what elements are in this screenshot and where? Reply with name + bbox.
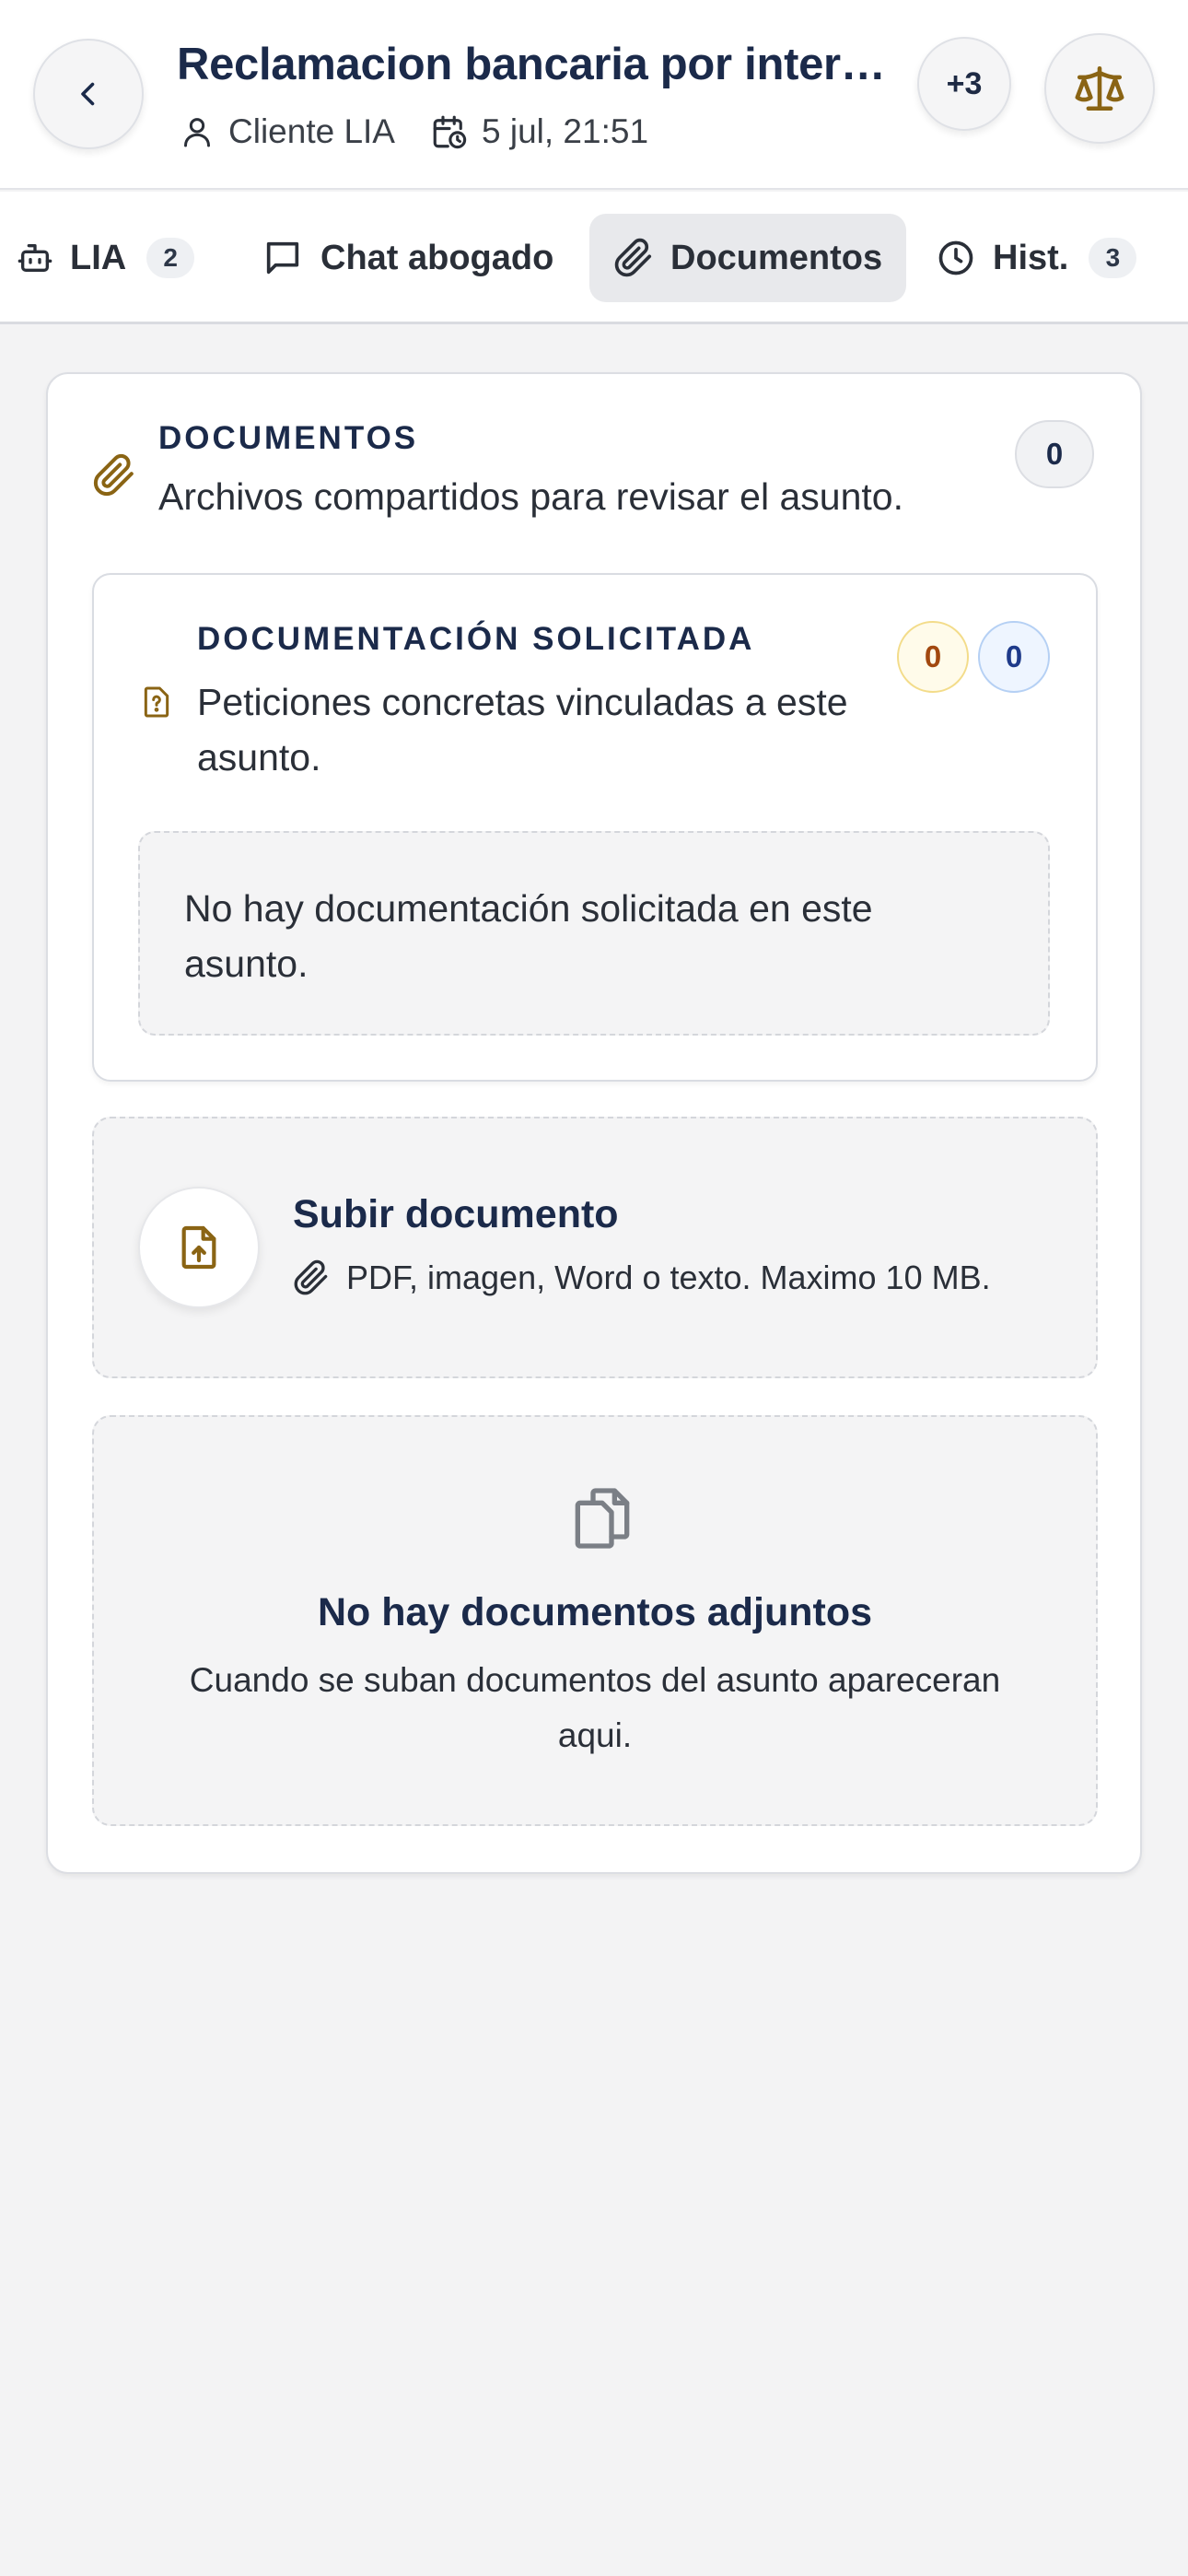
pending-count-badge: 0 — [897, 621, 969, 693]
documents-card: DOCUMENTOS Archivos compartidos para rev… — [46, 372, 1142, 1874]
paperclip-icon — [92, 453, 136, 498]
page-title: Reclamacion bancaria por inter… — [177, 40, 886, 89]
tab-lia-label: LIA — [70, 238, 127, 277]
upload-hint-text: PDF, imagen, Word o texto. Maximo 10 MB. — [346, 1259, 991, 1296]
paperclip-icon — [293, 1259, 346, 1296]
back-button[interactable] — [33, 39, 144, 149]
legal-button[interactable] — [1044, 33, 1155, 144]
upload-document-dropzone[interactable]: Subir documento PDF, imagen, Word o text… — [92, 1117, 1098, 1378]
requested-heading: DOCUMENTACIÓN SOLICITADA — [197, 621, 755, 657]
file-question-icon — [138, 684, 175, 720]
calendar-clock-icon — [430, 112, 482, 151]
robot-icon — [17, 240, 70, 276]
file-upload-icon — [173, 1222, 225, 1273]
chevron-left-icon — [72, 77, 105, 111]
received-count-badge: 0 — [978, 621, 1050, 693]
date-meta: 5 jul, 21:51 — [430, 112, 648, 151]
clock-icon — [936, 238, 993, 278]
documents-count-badge: 0 — [1015, 420, 1094, 488]
empty-state-title: No hay documentos adjuntos — [317, 1590, 873, 1634]
tab-lia[interactable]: LIA 2 — [17, 214, 195, 302]
chat-icon — [262, 237, 320, 279]
tab-chat-label: Chat abogado — [320, 238, 554, 277]
requested-description: Peticiones concretas vinculadas a este a… — [197, 681, 848, 779]
files-icon — [565, 1481, 639, 1555]
documents-description: Archivos compartidos para revisar el asu… — [158, 475, 903, 518]
more-participants-button[interactable]: +3 — [917, 37, 1011, 131]
upload-button[interactable] — [138, 1187, 260, 1308]
tab-chat-abogado[interactable]: Chat abogado — [262, 214, 553, 302]
date-label: 5 jul, 21:51 — [482, 112, 649, 150]
client-label: Cliente LIA — [228, 112, 395, 150]
empty-state-description: Cuando se suban documentos del asunto ap… — [189, 1661, 1001, 1754]
scale-icon — [1073, 62, 1126, 115]
tab-lia-badge: 2 — [146, 238, 195, 278]
tab-historial[interactable]: Hist. 3 — [936, 214, 1137, 302]
upload-title: Subir documento — [293, 1192, 619, 1236]
tab-historial-label: Hist. — [993, 238, 1069, 277]
requested-empty-message: No hay documentación solicitada en este … — [138, 831, 1050, 1036]
header: Reclamacion bancaria por inter… Cliente … — [0, 0, 1188, 190]
upload-hint: PDF, imagen, Word o texto. Maximo 10 MB. — [293, 1259, 991, 1297]
no-documents-empty-state: No hay documentos adjuntos Cuando se sub… — [92, 1415, 1098, 1826]
tab-documentos[interactable]: Documentos — [589, 214, 907, 302]
documents-heading: DOCUMENTOS — [158, 420, 419, 456]
case-meta: Cliente LIA 5 jul, 21:51 — [179, 109, 648, 155]
paperclip-icon — [613, 238, 670, 278]
user-icon — [179, 113, 228, 150]
requested-documents-panel: DOCUMENTACIÓN SOLICITADA Peticiones conc… — [92, 573, 1098, 1082]
tab-bar: LIA 2 Chat abogado Documentos Hist. 3 — [0, 192, 1188, 324]
tab-historial-badge: 3 — [1089, 238, 1137, 278]
client-meta: Cliente LIA — [179, 112, 395, 151]
tab-documentos-label: Documentos — [670, 238, 883, 277]
